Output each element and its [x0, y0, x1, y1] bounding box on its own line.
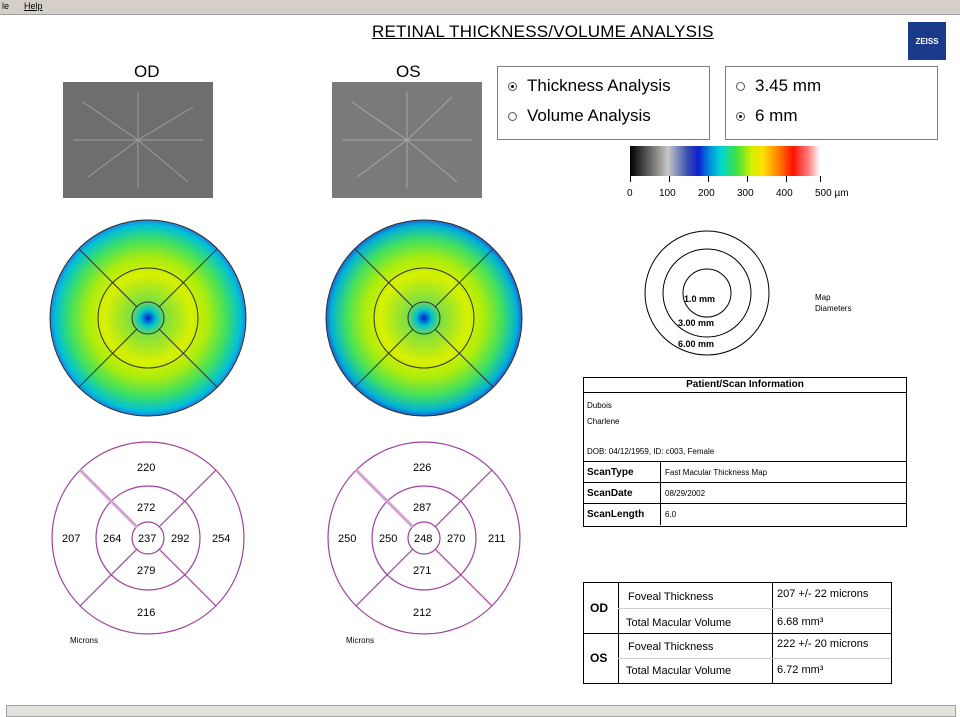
- patient-first-name: Charlene: [587, 417, 620, 426]
- menu-bar: le Help: [0, 0, 960, 15]
- diameter-6-option[interactable]: 6 mm: [736, 106, 798, 126]
- scale-tick-mark: [669, 176, 670, 182]
- od-volume-value: 6.68 mm³: [777, 616, 824, 628]
- volume-analysis-label: Volume Analysis: [527, 106, 651, 125]
- map-caption-line2: Diameters: [815, 304, 852, 313]
- scale-tick-mark: [708, 176, 709, 182]
- scan-type-row: ScanType Fast Macular Thickness Map: [584, 461, 906, 483]
- os-row-label: OS: [590, 651, 608, 665]
- measurements-table: OD OS Foveal Thickness 207 +/- 22 micron…: [583, 582, 892, 684]
- od-inner-temporal: 264: [103, 533, 122, 545]
- scan-type-value: Fast Macular Thickness Map: [665, 468, 768, 477]
- thickness-analysis-label: Thickness Analysis: [527, 76, 671, 95]
- map-diameters-diagram: [644, 230, 770, 356]
- analysis-type-panel: Thickness Analysis Volume Analysis: [497, 66, 710, 140]
- scale-tick-400: 400: [776, 188, 793, 199]
- od-center: 237: [138, 533, 157, 545]
- volume-radio[interactable]: [508, 111, 517, 121]
- os-label: OS: [396, 62, 421, 81]
- thickness-radio[interactable]: [508, 81, 517, 91]
- map-diameters-caption: Map Diameters: [815, 292, 851, 314]
- od-outer-inferior: 216: [137, 607, 156, 619]
- os-units-label: Microns: [346, 636, 375, 645]
- diameter-345-label: 3.45 mm: [755, 76, 822, 95]
- scale-tick-mark: [630, 176, 631, 182]
- logo-text: ZEISS: [915, 36, 939, 46]
- scale-tick-100: 100: [659, 188, 676, 199]
- diameter-345-radio[interactable]: [736, 81, 745, 91]
- patient-info-header: Patient/Scan Information: [584, 378, 906, 393]
- scan-date-value: 08/29/2002: [665, 489, 706, 498]
- os-inner-inferior: 271: [413, 565, 432, 577]
- diameter-circle-6mm: [644, 230, 770, 356]
- zeiss-logo: ZEISS: [908, 22, 946, 60]
- scan-date-key: ScanDate: [587, 488, 633, 499]
- scale-tick-mark: [747, 176, 748, 182]
- os-center: 248: [414, 533, 433, 545]
- menu-item-file[interactable]: le: [2, 1, 9, 11]
- od-inner-nasal: 292: [171, 533, 190, 545]
- patient-scan-info: Patient/Scan Information Dubois Charlene…: [583, 377, 907, 527]
- os-volume-label: Total Macular Volume: [626, 665, 732, 677]
- scale-tick-0: 0: [627, 188, 633, 199]
- od-volume-label: Total Macular Volume: [626, 617, 732, 629]
- thickness-analysis-option[interactable]: Thickness Analysis: [508, 76, 671, 96]
- os-foveal-label: Foveal Thickness: [628, 641, 714, 653]
- scan-type-key: ScanType: [587, 467, 634, 478]
- od-thickness-map: [49, 219, 247, 417]
- patient-last-name: Dubois: [587, 401, 612, 410]
- thickness-color-scale: [630, 146, 820, 176]
- od-units-label: Microns: [70, 636, 99, 645]
- page-title: RETINAL THICKNESS/VOLUME ANALYSIS: [372, 22, 714, 41]
- os-fundus-vessels: [342, 92, 472, 188]
- scale-tick-mark: [786, 176, 787, 182]
- volume-analysis-option[interactable]: Volume Analysis: [508, 106, 651, 126]
- od-row-label: OD: [590, 601, 608, 615]
- scan-date-row: ScanDate 08/29/2002: [584, 482, 906, 504]
- os-outer-nasal: 211: [488, 533, 506, 545]
- menu-item-help[interactable]: Help: [24, 1, 43, 11]
- od-foveal-label: Foveal Thickness: [628, 591, 714, 603]
- od-foveal-value: 207 +/- 22 microns: [777, 588, 869, 600]
- diameter-panel: 3.45 mm 6 mm: [725, 66, 938, 140]
- od-inner-superior: 272: [137, 502, 156, 514]
- od-outer-temporal: 207: [62, 533, 81, 545]
- od-inner-inferior: 279: [137, 565, 156, 577]
- scan-length-key: ScanLength: [587, 509, 645, 520]
- od-fundus-image: [63, 82, 213, 198]
- od-label: OD: [134, 62, 160, 81]
- diameter-6mm-label: 6.00 mm: [678, 339, 715, 349]
- map-caption-line1: Map: [815, 293, 831, 302]
- os-volume-value: 6.72 mm³: [777, 664, 824, 676]
- os-foveal-value: 222 +/- 20 microns: [777, 638, 869, 650]
- patient-details: DOB: 04/12/1959, ID: c003, Female: [587, 447, 715, 456]
- diameter-3mm-label: 3.00 mm: [678, 318, 715, 328]
- od-outer-nasal: 254: [212, 533, 231, 545]
- os-outer-temporal: 250: [338, 533, 357, 545]
- scale-tick-mark: [820, 176, 821, 182]
- scale-tick-200: 200: [698, 188, 715, 199]
- diameter-1mm-label: 1.0 mm: [684, 294, 716, 304]
- od-outer-superior: 220: [137, 462, 156, 474]
- os-inner-nasal: 270: [447, 533, 466, 545]
- os-outer-inferior: 212: [413, 607, 432, 619]
- horizontal-scrollbar[interactable]: [6, 705, 956, 717]
- scale-tick-300: 300: [737, 188, 754, 199]
- scale-tick-500: 500 µm: [815, 188, 849, 199]
- scan-length-row: ScanLength 6.0: [584, 503, 906, 525]
- os-inner-superior: 287: [413, 502, 432, 514]
- os-outer-superior: 226: [413, 462, 432, 474]
- diameter-circle-1mm: [682, 268, 732, 318]
- diameter-345-option[interactable]: 3.45 mm: [736, 76, 821, 96]
- os-thickness-map: [325, 219, 523, 417]
- diameter-6-label: 6 mm: [755, 106, 798, 125]
- os-inner-temporal: 250: [379, 533, 398, 545]
- scan-length-value: 6.0: [665, 510, 677, 519]
- os-fundus-image: [332, 82, 482, 198]
- diameter-6-radio[interactable]: [736, 111, 745, 121]
- od-fundus-vessels: [73, 92, 203, 188]
